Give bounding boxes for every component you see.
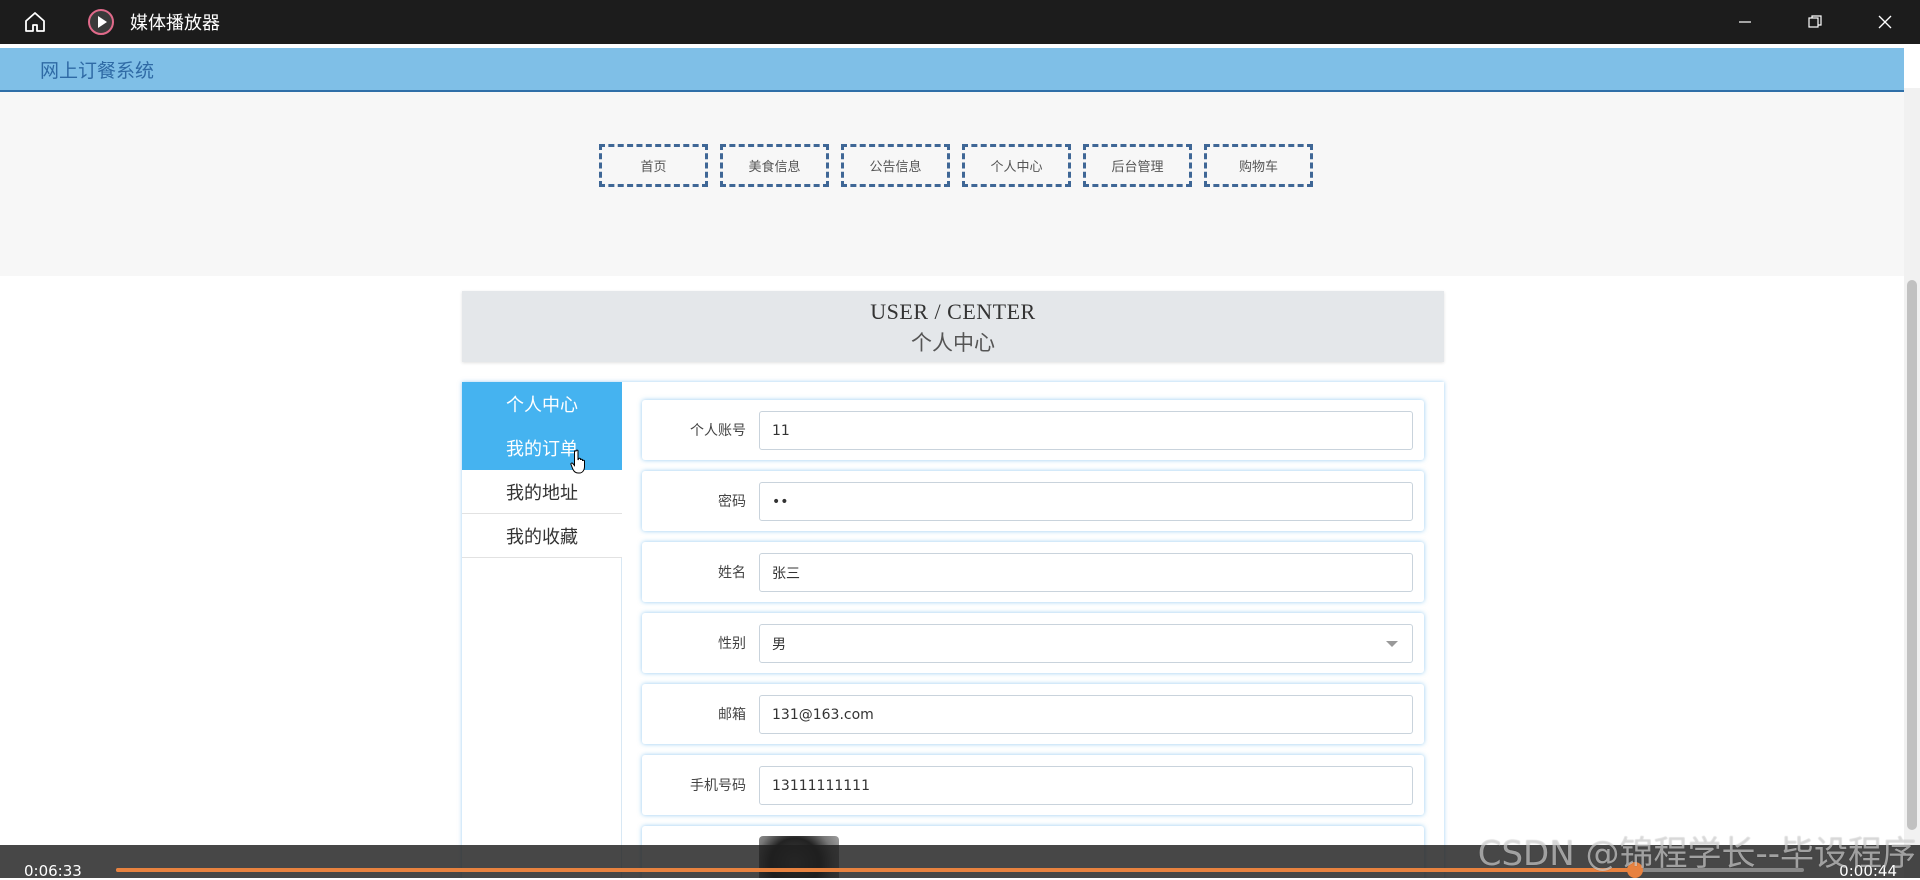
nav-area: 首页 美食信息 公告信息 个人中心 后台管理 购物车 xyxy=(0,92,1904,276)
elapsed-time: 0:06:33 xyxy=(24,862,82,880)
close-icon xyxy=(1878,15,1892,29)
user-center-panel: 个人中心 我的订单 我的地址 我的收藏 个人账号 11 密码 •• 姓名 张三 … xyxy=(462,382,1444,878)
hand-cursor-icon xyxy=(570,449,585,474)
restore-icon xyxy=(1808,15,1822,28)
seek-bar-progress xyxy=(116,868,1636,872)
email-label: 邮箱 xyxy=(718,707,746,723)
nav-user-center[interactable]: 个人中心 xyxy=(962,144,1071,187)
player-window-title: 媒体播放器 xyxy=(130,13,220,34)
chevron-down-icon xyxy=(1386,641,1398,647)
nav-announcements[interactable]: 公告信息 xyxy=(841,144,950,187)
home-icon[interactable] xyxy=(17,4,53,40)
watermark: CSDN @锦程学长--毕设程序 xyxy=(1477,834,1916,874)
account-input[interactable]: 11 xyxy=(759,411,1413,450)
page-scrollbar[interactable] xyxy=(1904,88,1920,878)
profile-form: 个人账号 11 密码 •• 姓名 张三 性别 男 邮箱 131@163.com xyxy=(642,400,1424,878)
form-row-name: 姓名 张三 xyxy=(642,542,1424,602)
sidebar-menu: 个人中心 我的订单 我的地址 我的收藏 xyxy=(462,382,622,878)
restore-button[interactable] xyxy=(1780,0,1850,44)
account-label: 个人账号 xyxy=(690,423,746,439)
gender-label: 性别 xyxy=(718,636,746,652)
nav-home[interactable]: 首页 xyxy=(599,144,708,187)
sidebar-item-my-orders[interactable]: 我的订单 xyxy=(462,426,622,470)
form-row-gender: 性别 男 xyxy=(642,613,1424,673)
sidebar-item-my-favorites[interactable]: 我的收藏 xyxy=(462,514,622,558)
gender-value: 男 xyxy=(772,636,786,653)
nav-food-info[interactable]: 美食信息 xyxy=(720,144,829,187)
email-input[interactable]: 131@163.com xyxy=(759,695,1413,734)
form-row-password: 密码 •• xyxy=(642,471,1424,531)
site-name[interactable]: 网上订餐系统 xyxy=(40,56,154,83)
form-row-email: 邮箱 131@163.com xyxy=(642,684,1424,744)
site-header: 网上订餐系统 xyxy=(0,48,1904,92)
banner-title-en: USER / CENTER xyxy=(870,299,1036,324)
name-label: 姓名 xyxy=(718,565,746,581)
play-circle-icon xyxy=(86,7,116,37)
user-center-banner: USER / CENTER 个人中心 xyxy=(462,291,1444,362)
scrollbar-thumb[interactable] xyxy=(1907,280,1917,830)
sidebar-item-user-center[interactable]: 个人中心 xyxy=(462,382,622,426)
name-input[interactable]: 张三 xyxy=(759,553,1413,592)
sidebar-item-my-address[interactable]: 我的地址 xyxy=(462,470,622,514)
banner-title-cn: 个人中心 xyxy=(911,331,995,355)
form-row-account: 个人账号 11 xyxy=(642,400,1424,460)
web-page: 网上订餐系统 首页 美食信息 公告信息 个人中心 后台管理 购物车 USER /… xyxy=(0,44,1920,878)
phone-label: 手机号码 xyxy=(690,778,746,794)
password-input[interactable]: •• xyxy=(759,482,1413,521)
minimize-icon xyxy=(1739,21,1751,23)
phone-input[interactable]: 13111111111 xyxy=(759,766,1413,805)
password-label: 密码 xyxy=(718,494,746,510)
window-controls xyxy=(1710,0,1920,44)
nav-admin[interactable]: 后台管理 xyxy=(1083,144,1192,187)
form-row-phone: 手机号码 13111111111 xyxy=(642,755,1424,815)
close-button[interactable] xyxy=(1850,0,1920,44)
gender-select[interactable]: 男 xyxy=(759,624,1413,663)
main-nav: 首页 美食信息 公告信息 个人中心 后台管理 购物车 xyxy=(599,144,1313,187)
player-title-bar: 媒体播放器 xyxy=(0,0,1920,44)
minimize-button[interactable] xyxy=(1710,0,1780,44)
nav-cart[interactable]: 购物车 xyxy=(1204,144,1313,187)
